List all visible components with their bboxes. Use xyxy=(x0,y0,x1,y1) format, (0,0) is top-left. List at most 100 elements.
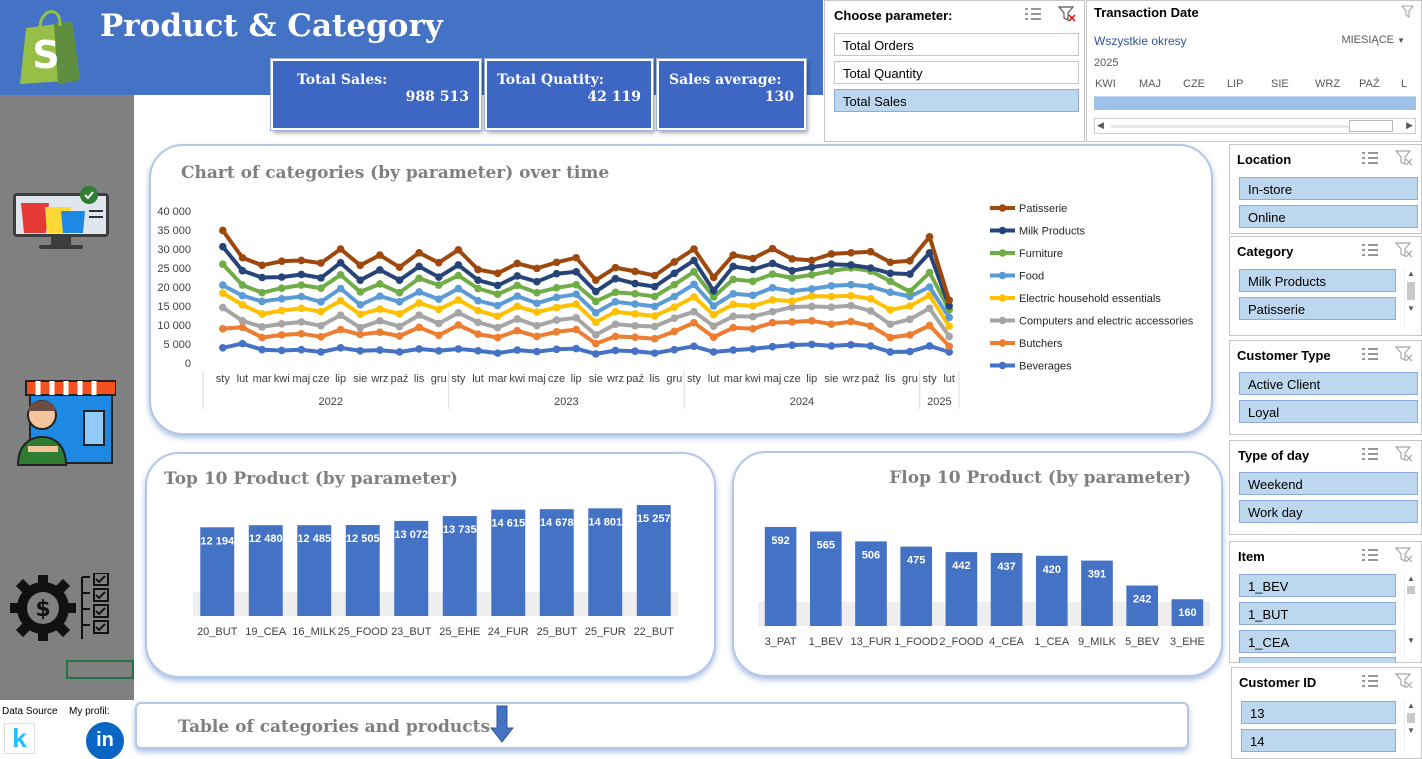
x-tick-label: gru xyxy=(666,373,682,385)
scroll-up-icon[interactable]: ▲ xyxy=(1405,574,1417,583)
slicer-item-14[interactable]: 14 xyxy=(1241,729,1396,752)
data-point xyxy=(925,283,934,291)
data-point xyxy=(219,344,227,352)
x-tick-label: lip xyxy=(571,373,582,385)
scroll-thumb[interactable] xyxy=(1407,713,1415,723)
scroll-up-icon[interactable]: ▲ xyxy=(1405,701,1417,710)
slicer-item-milk-products[interactable]: Milk Products xyxy=(1239,269,1396,292)
data-point xyxy=(906,315,914,324)
data-point xyxy=(356,261,365,270)
data-point xyxy=(493,290,502,299)
slicer-item-weekend[interactable]: Weekend xyxy=(1239,472,1418,495)
arrow-down-icon[interactable] xyxy=(490,705,514,743)
scroll-left-icon[interactable]: ◀ xyxy=(1097,120,1104,131)
clear-filter-icon[interactable] xyxy=(1395,547,1413,563)
slicer-scrollbar[interactable]: ▲ ▼ xyxy=(1404,701,1417,753)
data-point xyxy=(513,272,522,280)
multi-select-icon[interactable] xyxy=(1361,150,1379,166)
data-point xyxy=(925,233,934,241)
timeline-unit-dropdown[interactable]: MIESIĄCE ▼ xyxy=(1341,34,1405,46)
linkedin-link[interactable]: in xyxy=(86,722,124,759)
kaggle-link[interactable]: k xyxy=(4,723,35,754)
table-section-header: Table of categories and products xyxy=(135,702,1189,749)
slicer-item-patisserie[interactable]: Patisserie xyxy=(1239,297,1396,320)
timeline-month-label[interactable]: CZE xyxy=(1183,78,1205,90)
slicer-item-13[interactable]: 13 xyxy=(1241,701,1396,724)
timeline-month-label[interactable]: MAJ xyxy=(1139,78,1161,90)
scroll-down-icon[interactable]: ▼ xyxy=(1405,304,1417,313)
bar-category-label: 3_PAT xyxy=(765,636,797,648)
multi-select-icon[interactable] xyxy=(1024,6,1042,22)
timeline-month-label[interactable]: LIP xyxy=(1227,78,1244,90)
data-point xyxy=(317,307,325,316)
clear-filter-icon[interactable] xyxy=(1058,6,1076,22)
multi-select-icon[interactable] xyxy=(1361,446,1379,462)
scroll-thumb[interactable] xyxy=(1407,586,1415,594)
bar-value-label: 442 xyxy=(952,560,970,572)
parameter-option-total-orders[interactable]: Total Orders xyxy=(834,33,1079,56)
x-tick-label: lip xyxy=(806,373,817,385)
data-point xyxy=(709,310,718,319)
scroll-thumb[interactable] xyxy=(1349,120,1393,132)
clear-filter-icon[interactable] xyxy=(1395,242,1413,258)
slicer-item-online[interactable]: Online xyxy=(1239,205,1418,228)
data-point xyxy=(336,311,345,319)
slicer-item-active-client[interactable]: Active Client xyxy=(1239,372,1418,395)
data-point xyxy=(513,315,522,323)
multi-select-icon[interactable] xyxy=(1361,673,1379,689)
legend-label: Electric household essentials xyxy=(1019,293,1161,305)
timeline-month-label[interactable]: SIE xyxy=(1271,78,1289,90)
timeline-month-label[interactable]: KWI xyxy=(1095,78,1116,90)
data-point xyxy=(474,306,482,315)
parameter-option-total-quantity[interactable]: Total Quantity xyxy=(834,61,1079,84)
parameter-option-total-sales[interactable]: Total Sales xyxy=(834,89,1079,112)
legend-swatch-marker xyxy=(998,204,1007,212)
scroll-thumb[interactable] xyxy=(1407,282,1415,300)
selected-cell[interactable] xyxy=(66,660,134,679)
multi-select-icon[interactable] xyxy=(1361,242,1379,258)
timeline-selection-bar[interactable] xyxy=(1094,96,1416,110)
data-point xyxy=(376,266,384,274)
scroll-up-icon[interactable]: ▲ xyxy=(1405,269,1417,278)
clear-filter-icon[interactable] xyxy=(1395,673,1413,689)
slicer-item-work-day[interactable]: Work day xyxy=(1239,500,1418,523)
data-point xyxy=(513,292,522,300)
x-tick-label: sie xyxy=(824,373,838,385)
timeline-scrollbar[interactable]: ◀ ▶ xyxy=(1094,118,1416,134)
data-point xyxy=(572,344,580,353)
slicer-item-1-but[interactable]: 1_BUT xyxy=(1239,602,1396,625)
clear-filter-icon[interactable] xyxy=(1395,446,1413,462)
clear-filter-icon[interactable] xyxy=(1395,150,1413,166)
y-tick-label: 10 000 xyxy=(157,320,191,332)
multi-select-icon[interactable] xyxy=(1361,346,1379,362)
bar-value-label: 506 xyxy=(862,549,880,561)
bar-value-label: 12 505 xyxy=(346,533,380,545)
timeline-month-label[interactable]: L xyxy=(1401,78,1407,90)
data-point xyxy=(336,344,345,352)
slicer-item-1-bev[interactable]: 1_BEV xyxy=(1239,574,1396,597)
data-point xyxy=(415,288,423,296)
slicer-scrollbar[interactable]: ▲ ▼ xyxy=(1404,574,1417,658)
data-point xyxy=(219,242,227,251)
slicer-item-1-cea[interactable]: 1_CEA xyxy=(1239,630,1396,653)
data-point xyxy=(395,263,404,272)
timeline-month-label[interactable]: WRZ xyxy=(1315,78,1340,90)
scroll-down-icon[interactable]: ▼ xyxy=(1405,636,1417,645)
bar-category-label: 23_BUT xyxy=(391,626,432,638)
bar-value-label: 14 678 xyxy=(540,517,574,529)
clear-filter-icon[interactable] xyxy=(1401,5,1415,19)
data-point xyxy=(395,288,404,297)
data-point xyxy=(670,314,679,322)
data-point xyxy=(434,273,443,281)
data-point xyxy=(690,256,698,265)
slicer-item-loyal[interactable]: Loyal xyxy=(1239,400,1418,423)
scroll-right-icon[interactable]: ▶ xyxy=(1406,120,1413,131)
multi-select-icon[interactable] xyxy=(1361,547,1379,563)
timeline-month-label[interactable]: PAŹ xyxy=(1359,78,1380,90)
slicer-scrollbar[interactable]: ▲ ▼ xyxy=(1404,269,1417,329)
scroll-down-icon[interactable]: ▼ xyxy=(1405,726,1417,735)
data-point xyxy=(356,323,365,332)
clear-filter-icon[interactable] xyxy=(1395,346,1413,362)
data-point xyxy=(317,284,325,292)
slicer-item-in-store[interactable]: In-store xyxy=(1239,177,1418,200)
